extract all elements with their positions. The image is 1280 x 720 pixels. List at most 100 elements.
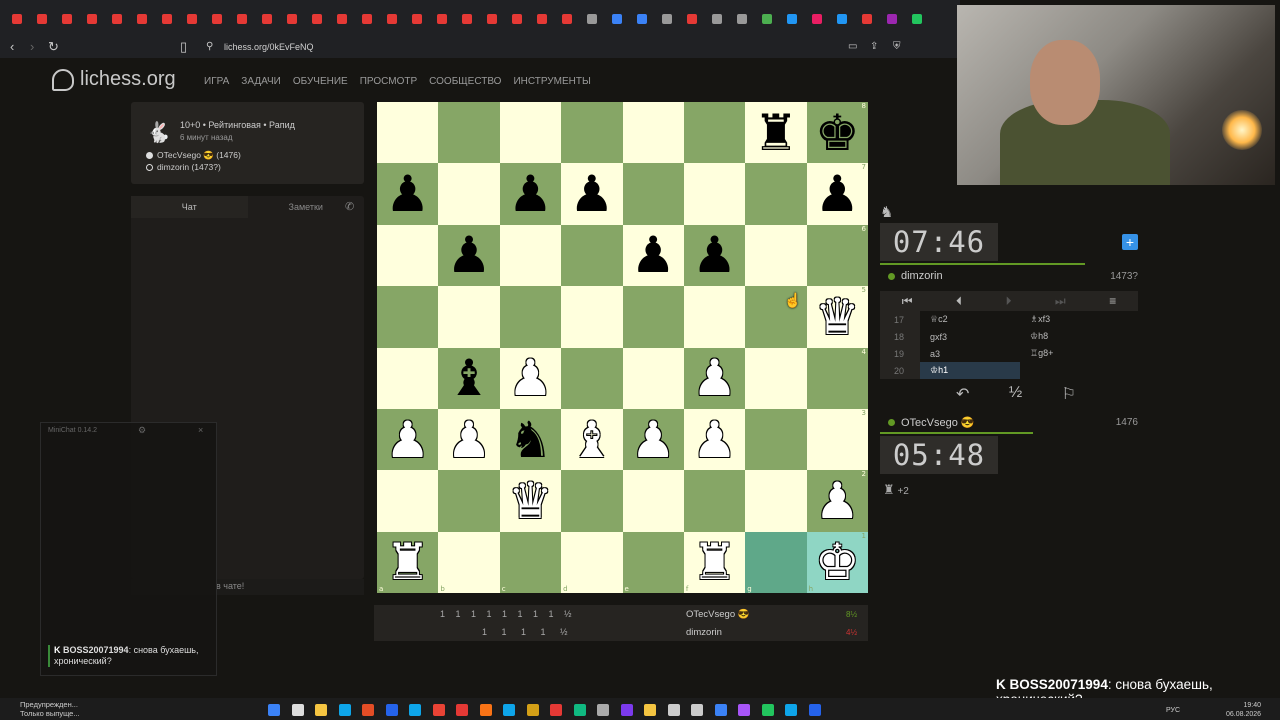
white-pawn-piece[interactable]: ♟ bbox=[692, 353, 737, 403]
black-pawn-piece[interactable]: ♟ bbox=[815, 169, 860, 219]
tab-favicon-icon[interactable] bbox=[37, 14, 47, 24]
black-pawn-piece[interactable]: ♟ bbox=[631, 230, 676, 280]
square-c3[interactable]: ♞ bbox=[499, 408, 562, 471]
tab-favicon-icon[interactable] bbox=[162, 14, 172, 24]
square-b8[interactable] bbox=[438, 102, 500, 164]
taskbar-app-icon[interactable] bbox=[456, 704, 468, 716]
bookmark-icon[interactable]: ▯ bbox=[180, 40, 187, 54]
nav-watch[interactable]: ПРОСМОТР bbox=[360, 76, 417, 87]
menu-icon[interactable]: ≡ bbox=[1109, 294, 1116, 308]
square-b1[interactable]: b bbox=[438, 531, 500, 593]
tab-favicon-icon[interactable] bbox=[287, 14, 297, 24]
last-move-icon[interactable]: ⏭ bbox=[1055, 294, 1066, 309]
taskbar-app-icon[interactable] bbox=[385, 704, 398, 716]
share-icon[interactable]: ⇪ bbox=[870, 40, 878, 54]
back-icon[interactable]: ‹ bbox=[10, 40, 14, 54]
black-pawn-piece[interactable]: ♟ bbox=[447, 230, 492, 280]
move-white[interactable]: gxf3 bbox=[920, 328, 1020, 345]
tab-favicon-icon[interactable] bbox=[412, 14, 422, 24]
site-info-icon[interactable]: ⚲ bbox=[206, 40, 213, 54]
tab-favicon-icon[interactable] bbox=[887, 14, 897, 24]
white-pawn-piece[interactable]: ♟ bbox=[447, 415, 492, 465]
square-e2[interactable] bbox=[622, 470, 684, 532]
square-h7[interactable]: ♟ 7 bbox=[806, 163, 868, 225]
tab-favicon-icon[interactable] bbox=[437, 14, 447, 24]
tab-favicon-icon[interactable] bbox=[512, 14, 522, 24]
tab-favicon-icon[interactable] bbox=[712, 14, 722, 24]
minichat-close-icon[interactable]: × bbox=[198, 425, 203, 435]
square-h2[interactable]: ♟ 2 bbox=[806, 470, 868, 532]
square-d8[interactable] bbox=[561, 102, 623, 164]
square-f1[interactable]: ♜ f bbox=[683, 531, 746, 593]
square-c6[interactable] bbox=[499, 224, 562, 287]
black-king-piece[interactable]: ♚ bbox=[815, 108, 860, 158]
nav-puzzles[interactable]: ЗАДАЧИ bbox=[241, 76, 281, 87]
square-c7[interactable]: ♟ bbox=[499, 163, 562, 225]
tab-favicon-icon[interactable] bbox=[762, 14, 772, 24]
square-d6[interactable] bbox=[561, 224, 623, 287]
black-rook-piece[interactable]: ♜ bbox=[754, 108, 799, 158]
tab-favicon-icon[interactable] bbox=[687, 14, 697, 24]
square-f6[interactable]: ♟ bbox=[683, 224, 746, 287]
reload-icon[interactable]: ↻ bbox=[48, 40, 59, 54]
resign-flag-icon[interactable]: ⚐ bbox=[1062, 384, 1076, 404]
crosstable-player-2[interactable]: dimzorin bbox=[686, 627, 722, 638]
offer-draw-button[interactable]: ½ bbox=[1009, 384, 1022, 404]
black-pawn-piece[interactable]: ♟ bbox=[385, 169, 430, 219]
taskbar-app-icon[interactable] bbox=[315, 704, 327, 716]
square-h1[interactable]: ♚ 1 h bbox=[806, 531, 868, 593]
add-time-button[interactable]: + bbox=[1122, 234, 1138, 250]
tab-favicon-icon[interactable] bbox=[812, 14, 822, 24]
tab-favicon-icon[interactable] bbox=[737, 14, 747, 24]
square-g1[interactable]: g bbox=[745, 531, 807, 593]
square-c4[interactable]: ♟ bbox=[499, 347, 562, 409]
tab-favicon-icon[interactable] bbox=[337, 14, 347, 24]
taskbar-app-icon[interactable] bbox=[644, 704, 656, 716]
taskbar-app-icon[interactable] bbox=[479, 704, 492, 716]
square-h4[interactable]: 4 bbox=[806, 347, 868, 409]
square-f2[interactable] bbox=[683, 470, 746, 532]
taskbar-app-icon[interactable] bbox=[409, 704, 421, 716]
square-g3[interactable] bbox=[745, 408, 807, 471]
taskbar-app-icon[interactable] bbox=[550, 704, 562, 716]
square-d5[interactable] bbox=[561, 286, 623, 348]
square-b7[interactable] bbox=[438, 163, 500, 225]
square-g6[interactable] bbox=[745, 224, 807, 287]
white-queen-piece[interactable]: ♛ bbox=[815, 292, 860, 342]
tab-favicon-icon[interactable] bbox=[262, 14, 272, 24]
tab-favicon-icon[interactable] bbox=[462, 14, 472, 24]
taskbar-app-icon[interactable] bbox=[691, 704, 703, 716]
square-b5[interactable] bbox=[438, 286, 500, 348]
tab-favicon-icon[interactable] bbox=[12, 14, 22, 24]
square-a7[interactable]: ♟ bbox=[377, 163, 439, 225]
white-king-piece[interactable]: ♚ bbox=[815, 537, 860, 587]
square-e5[interactable] bbox=[622, 286, 684, 348]
taskbar-app-icon[interactable] bbox=[620, 704, 633, 716]
move-black[interactable] bbox=[1020, 362, 1120, 379]
square-g8[interactable]: ♜ bbox=[745, 102, 807, 164]
white-pawn-piece[interactable]: ♟ bbox=[508, 353, 553, 403]
white-pawn-piece[interactable]: ♟ bbox=[692, 415, 737, 465]
nav-tools[interactable]: ИНСТРУМЕНТЫ bbox=[513, 76, 590, 87]
black-bishop-piece[interactable]: ♝ bbox=[447, 353, 492, 403]
square-d7[interactable]: ♟ bbox=[561, 163, 623, 225]
square-g7[interactable] bbox=[745, 163, 807, 225]
next-move-icon[interactable]: ⏵ bbox=[1005, 294, 1011, 309]
taskbar-app-icon[interactable] bbox=[667, 704, 680, 716]
taskbar-app-icon[interactable] bbox=[785, 704, 797, 716]
phone-icon[interactable]: ✆ bbox=[345, 200, 354, 213]
square-a8[interactable] bbox=[377, 102, 439, 164]
black-pawn-piece[interactable]: ♟ bbox=[569, 169, 614, 219]
square-d2[interactable] bbox=[561, 470, 623, 532]
taskbar-app-icon[interactable] bbox=[526, 704, 539, 716]
tab-favicon-icon[interactable] bbox=[612, 14, 622, 24]
url-text[interactable]: lichess.org/0kEvFeNQ bbox=[224, 42, 314, 52]
black-pawn-piece[interactable]: ♟ bbox=[508, 169, 553, 219]
square-f4[interactable]: ♟ bbox=[683, 347, 746, 409]
tab-favicon-icon[interactable] bbox=[387, 14, 397, 24]
square-a2[interactable] bbox=[377, 470, 439, 532]
taskbar-app-icon[interactable] bbox=[597, 704, 609, 716]
language-indicator[interactable]: РУС bbox=[1166, 707, 1180, 714]
tab-favicon-icon[interactable] bbox=[587, 14, 597, 24]
white-pawn-piece[interactable]: ♟ bbox=[631, 415, 676, 465]
